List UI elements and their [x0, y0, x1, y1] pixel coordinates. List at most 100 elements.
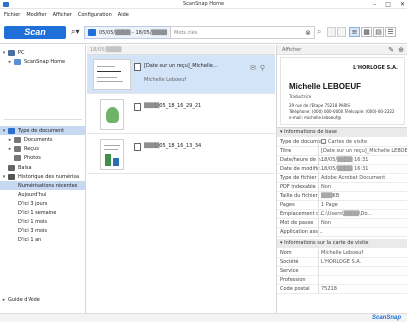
file-icon	[134, 103, 141, 111]
menu-aide[interactable]: Aide	[118, 12, 129, 18]
sidebar-item-label: PC	[18, 49, 25, 56]
sidebar-item-1-week[interactable]: D'ici 1 semaine	[0, 208, 86, 217]
sidebar-item-documents[interactable]: ▸ Documents	[0, 135, 86, 144]
sidebar-item-scansnap-home[interactable]: ▸ ScanSnap Home	[0, 57, 86, 66]
business-card-thumbnail	[93, 59, 131, 90]
menu-afficher[interactable]: Afficher	[53, 12, 72, 18]
date-range-value: 05/05/▒▒▒▒ - 18/05/▒▒▒▒	[99, 29, 167, 36]
sidebar-item-corbeille[interactable]: Balsa	[0, 163, 86, 172]
sidebar-divider	[4, 119, 82, 120]
sidebar-item-label: Documents	[24, 136, 53, 143]
minimize-icon[interactable]: –	[373, 1, 376, 8]
sidebar-item-label: D'ici 1 an	[18, 236, 42, 243]
sidebar-item-1-month[interactable]: D'ici 1 mois	[0, 217, 86, 226]
maximize-icon[interactable]: □	[385, 1, 391, 8]
calendar-icon	[88, 29, 96, 36]
sidebar-item-label: Historique des numérisa	[18, 173, 80, 180]
menu-configuration[interactable]: Configuration	[78, 12, 112, 18]
file-icon	[134, 63, 141, 71]
file-name: ▒▒▒▒05_18_16_13_34	[144, 143, 202, 149]
card-phone: Téléphone: (000) 000-0000 Télécopie: (00…	[289, 109, 395, 114]
menu-bar: Fichier Modifier Afficher Configuration …	[0, 10, 407, 19]
properties-panel: ▾ Informations de base Type de docume… Ca…	[276, 127, 407, 313]
sidebar-item-receipts[interactable]: ▸ Reçus	[0, 144, 86, 153]
basic-info-header[interactable]: ▾ Informations de base	[277, 128, 407, 137]
property-row: Pages 1 Page	[277, 201, 407, 210]
file-name: ▒▒▒▒05_18_16_29_21	[144, 103, 202, 109]
large-view-icon[interactable]: ▤	[373, 27, 384, 37]
sidebar-item-label: Type de document	[18, 127, 65, 134]
sidebar-item-recent-scans[interactable]: Numérisations récentes	[0, 181, 86, 190]
sidebar-item-label: Numérisations récentes	[18, 182, 78, 189]
zoom-icon[interactable]: ⊕	[398, 46, 404, 54]
sidebar-item-today[interactable]: Aujourd'hui	[0, 190, 86, 199]
list-item[interactable]: ▒▒▒▒05_18_16_29_21	[87, 95, 275, 134]
scansnap-logo: ScanSnap	[371, 315, 401, 321]
file-icon	[134, 143, 141, 151]
sidebar-item-photos[interactable]: Photos	[0, 153, 86, 162]
menu-fichier[interactable]: Fichier	[4, 12, 20, 18]
close-icon[interactable]: ✕	[400, 1, 405, 8]
checkbox-icon	[321, 139, 326, 144]
window-title: ScanSnap Home	[182, 1, 225, 7]
sidebar: ▾ PC ▸ ScanSnap Home ▾ Type de document …	[0, 45, 86, 313]
sidebar-item-1-year[interactable]: D'ici 1 an	[0, 235, 86, 244]
edit-icon[interactable]: ✎	[388, 46, 394, 54]
sidebar-item-label: D'ici 1 mois	[18, 218, 48, 225]
sidebar-item-label: D'ici 1 semaine	[18, 209, 57, 216]
card-email: e-mail: michelle.leboeuf@	[289, 115, 342, 120]
property-row: Type de docume… Cartes de visite	[277, 138, 407, 147]
sidebar-item-label: Guide d'Aide	[8, 296, 40, 303]
card-person-name: Michelle LEBOEUF	[289, 82, 362, 91]
search-go-icon[interactable]: ⌕	[317, 27, 321, 37]
list-item[interactable]: ▒▒▒▒05_18_16_13_34	[87, 135, 275, 174]
sidebar-item-doc-type[interactable]: ▾ Type de document	[0, 126, 86, 135]
property-row: Nom Michelle Leboeuf	[277, 249, 407, 258]
keyword-search-input[interactable]: Mots clés ⊗	[170, 26, 315, 39]
home-icon	[14, 58, 21, 65]
file-list: 18/05/▒▒▒▒ [Date sur un reçu]_Michelle… …	[87, 45, 275, 313]
sidebar-item-label: Reçus	[24, 145, 39, 152]
detail-view-icon[interactable]: ☰	[385, 27, 396, 37]
preview-panel: Afficher ✎ ⊕ L'HORLOGE S.A. Michelle LEB…	[276, 45, 407, 127]
card-actions: ✉ ⚲	[250, 64, 265, 72]
preview-tools: ✎ ⊕	[388, 46, 404, 54]
property-row: Profession	[277, 276, 407, 285]
computer-icon	[8, 49, 15, 56]
trash-icon	[8, 164, 15, 171]
sidebar-item-3-days[interactable]: D'ici 3 jours	[0, 199, 86, 208]
sidebar-item-pc[interactable]: ▾ PC	[0, 48, 86, 57]
card-role: Traductrice	[289, 94, 312, 99]
sidebar-item-label: ScanSnap Home	[24, 58, 66, 65]
document-thumbnail	[100, 99, 124, 130]
sort-icon[interactable]	[327, 27, 336, 37]
mail-icon[interactable]: ✉	[250, 64, 256, 72]
sidebar-item-label: Photos	[24, 154, 41, 161]
property-row: Date/heure de n… 18/05/▒▒▒▒ 16:31	[277, 156, 407, 165]
pin-icon[interactable]: ⚲	[260, 64, 265, 72]
property-row: Type de fichier Adobe Acrobat Document	[277, 174, 407, 183]
keyword-placeholder: Mots clés	[174, 29, 198, 36]
search-icon[interactable]: ⌕▾	[71, 27, 81, 37]
window-controls: – □ ✕	[373, 1, 405, 8]
sidebar-item-history[interactable]: ▾ Historique des numérisa	[0, 172, 86, 181]
property-row: Mot de passe Non	[277, 219, 407, 228]
menu-modifier[interactable]: Modifier	[26, 12, 46, 18]
filter-icon[interactable]	[337, 27, 346, 37]
list-item[interactable]: [Date sur un reçu]_Michelle… Michelle Le…	[87, 55, 275, 94]
card-info-header[interactable]: ▾ Informations sur la carte de visite	[277, 239, 407, 248]
grid-view-icon[interactable]: ▦	[361, 27, 372, 37]
card-address: 29 rue de l'Etape 75218 PARIS	[289, 103, 350, 108]
sidebar-item-3-months[interactable]: D'ici 3 mois	[0, 226, 86, 235]
scan-button[interactable]: Scan	[4, 26, 66, 39]
property-row: Service	[277, 267, 407, 276]
clear-search-icon[interactable]: ⊗	[305, 29, 311, 37]
property-row: Taille du fichier ▒▒▒KB	[277, 192, 407, 201]
list-view-icon[interactable]: ≡	[349, 27, 360, 37]
date-range-field[interactable]: 05/05/▒▒▒▒ - 18/05/▒▒▒▒	[84, 26, 174, 39]
receipt-icon	[14, 145, 21, 152]
property-row: Code postal 75218	[277, 285, 407, 294]
sidebar-item-guide[interactable]: ▸ Guide d'Aide	[0, 295, 86, 304]
preview-header-label: Afficher	[282, 47, 302, 53]
card-company: L'HORLOGE S.A.	[353, 65, 398, 71]
